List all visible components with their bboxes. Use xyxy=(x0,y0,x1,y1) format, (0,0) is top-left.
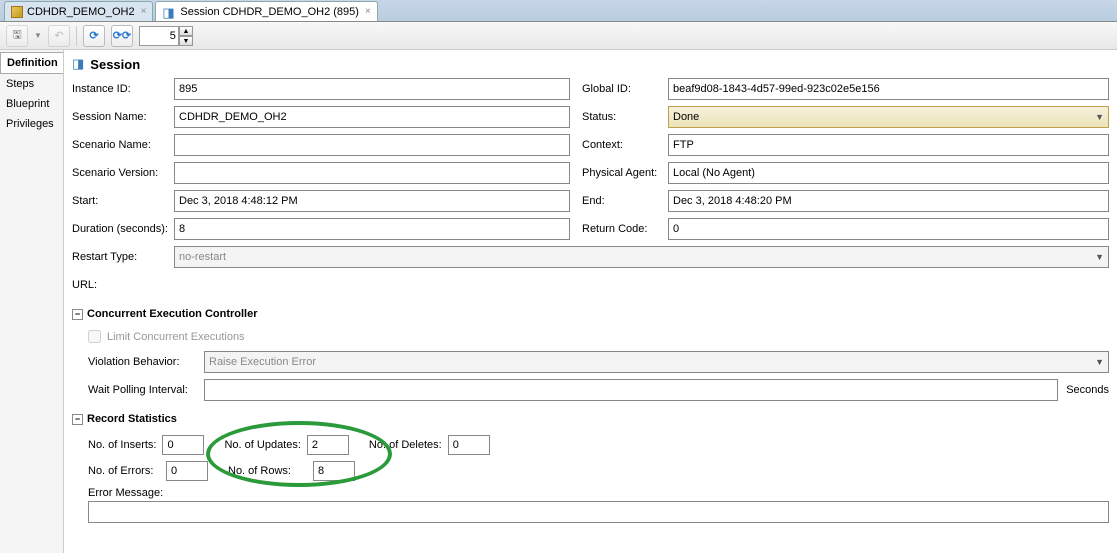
context-field[interactable] xyxy=(668,134,1109,156)
tab-cdhdr[interactable]: CDHDR_DEMO_OH2 × xyxy=(4,1,153,21)
tab-bar: CDHDR_DEMO_OH2 × ◨ Session CDHDR_DEMO_OH… xyxy=(0,0,1117,22)
tab-label: CDHDR_DEMO_OH2 xyxy=(27,6,135,18)
scenario-name-label: Scenario Name: xyxy=(72,139,174,151)
session-name-label: Session Name: xyxy=(72,111,174,123)
undo-button[interactable]: ↶ xyxy=(48,25,70,47)
global-id-label: Global ID: xyxy=(582,83,668,95)
restart-type-dropdown[interactable]: no-restart ▼ xyxy=(174,246,1109,268)
global-id-field[interactable] xyxy=(668,78,1109,100)
spinner-down-icon[interactable]: ▼ xyxy=(179,36,193,46)
violation-behavior-label: Violation Behavior: xyxy=(88,356,196,368)
errors-label: No. of Errors: xyxy=(88,465,160,477)
sidebar-item-blueprint[interactable]: Blueprint xyxy=(0,94,63,114)
error-message-field[interactable] xyxy=(88,501,1109,523)
sidebar-item-privileges[interactable]: Privileges xyxy=(0,114,63,134)
session-icon: ◨ xyxy=(72,56,84,72)
chevron-down-icon: ▼ xyxy=(1095,252,1104,262)
cube-icon xyxy=(11,6,23,18)
error-message-label: Error Message: xyxy=(88,487,1109,499)
tab-session[interactable]: ◨ Session CDHDR_DEMO_OH2 (895) × xyxy=(155,1,377,21)
collapse-icon[interactable]: − xyxy=(72,414,83,425)
refresh-icon: ⟳ xyxy=(89,29,98,42)
errors-field[interactable] xyxy=(166,461,208,481)
session-name-field[interactable] xyxy=(174,106,570,128)
save-button[interactable]: 🖫 xyxy=(6,25,28,47)
inserts-label: No. of Inserts: xyxy=(88,439,156,451)
start-label: Start: xyxy=(72,195,174,207)
refresh-interval-spinner[interactable]: ▲ ▼ xyxy=(139,26,193,46)
cec-group: − Concurrent Execution Controller Limit … xyxy=(72,308,1109,401)
sidebar: Definition Steps Blueprint Privileges xyxy=(0,50,64,553)
toolbar: 🖫 ▼ ↶ ⟳ ⟳⟳ ▲ ▼ xyxy=(0,22,1117,50)
undo-icon: ↶ xyxy=(54,29,63,42)
violation-behavior-value: Raise Execution Error xyxy=(209,356,316,368)
stats-group: − Record Statistics No. of Inserts: No. … xyxy=(72,413,1109,523)
spinner-up-icon[interactable]: ▲ xyxy=(179,26,193,36)
sidebar-item-definition[interactable]: Definition xyxy=(0,52,63,74)
spinner-input[interactable] xyxy=(139,26,179,46)
close-icon[interactable]: × xyxy=(365,6,371,17)
updates-label: No. of Updates: xyxy=(224,439,300,451)
scenario-version-field[interactable] xyxy=(174,162,570,184)
page-title: Session xyxy=(90,57,140,72)
cec-title: Concurrent Execution Controller xyxy=(87,308,258,320)
main-area: Definition Steps Blueprint Privileges ◨ … xyxy=(0,50,1117,553)
rows-label: No. of Rows: xyxy=(228,465,307,477)
return-code-label: Return Code: xyxy=(582,223,668,235)
context-label: Context: xyxy=(582,139,668,151)
disk-icon: 🖫 xyxy=(12,26,21,45)
content-panel: ◨ Session Instance ID: Global ID: Sessio… xyxy=(64,50,1117,553)
refresh-button[interactable]: ⟳ xyxy=(83,25,105,47)
refresh-all-icon: ⟳⟳ xyxy=(113,29,131,42)
tab-label: Session CDHDR_DEMO_OH2 (895) xyxy=(180,6,359,18)
status-dropdown[interactable]: Done ▼ xyxy=(668,106,1109,128)
refresh-all-button[interactable]: ⟳⟳ xyxy=(111,25,133,47)
instance-id-label: Instance ID: xyxy=(72,83,174,95)
dropdown-arrow-icon[interactable]: ▼ xyxy=(34,31,42,40)
collapse-icon[interactable]: − xyxy=(72,309,83,320)
restart-type-label: Restart Type: xyxy=(72,251,174,263)
wait-polling-field[interactable] xyxy=(204,379,1058,401)
deletes-field[interactable] xyxy=(448,435,490,455)
inserts-field[interactable] xyxy=(162,435,204,455)
url-label: URL: xyxy=(72,279,174,291)
status-value: Done xyxy=(673,111,699,123)
duration-label: Duration (seconds): xyxy=(72,223,174,235)
chevron-down-icon: ▼ xyxy=(1095,357,1104,367)
wait-polling-label: Wait Polling Interval: xyxy=(88,384,196,396)
start-field[interactable] xyxy=(174,190,570,212)
return-code-field[interactable] xyxy=(668,218,1109,240)
physical-agent-field[interactable] xyxy=(668,162,1109,184)
restart-type-value: no-restart xyxy=(179,251,226,263)
updates-field[interactable] xyxy=(307,435,349,455)
wait-polling-unit: Seconds xyxy=(1066,384,1109,396)
end-label: End: xyxy=(582,195,668,207)
scenario-name-field[interactable] xyxy=(174,134,570,156)
limit-concurrent-checkbox[interactable] xyxy=(88,330,101,343)
rows-field[interactable] xyxy=(313,461,355,481)
limit-concurrent-label: Limit Concurrent Executions xyxy=(107,331,245,343)
duration-field[interactable] xyxy=(174,218,570,240)
close-icon[interactable]: × xyxy=(141,6,147,17)
sidebar-item-steps[interactable]: Steps xyxy=(0,74,63,94)
status-label: Status: xyxy=(582,111,668,123)
separator xyxy=(76,26,77,46)
chevron-down-icon: ▼ xyxy=(1095,112,1104,122)
instance-id-field[interactable] xyxy=(174,78,570,100)
session-icon: ◨ xyxy=(162,5,176,19)
stats-title: Record Statistics xyxy=(87,413,177,425)
physical-agent-label: Physical Agent: xyxy=(582,167,668,179)
violation-behavior-dropdown[interactable]: Raise Execution Error ▼ xyxy=(204,351,1109,373)
end-field[interactable] xyxy=(668,190,1109,212)
scenario-version-label: Scenario Version: xyxy=(72,167,174,179)
deletes-label: No. of Deletes: xyxy=(369,439,442,451)
panel-header: ◨ Session xyxy=(72,56,1109,72)
